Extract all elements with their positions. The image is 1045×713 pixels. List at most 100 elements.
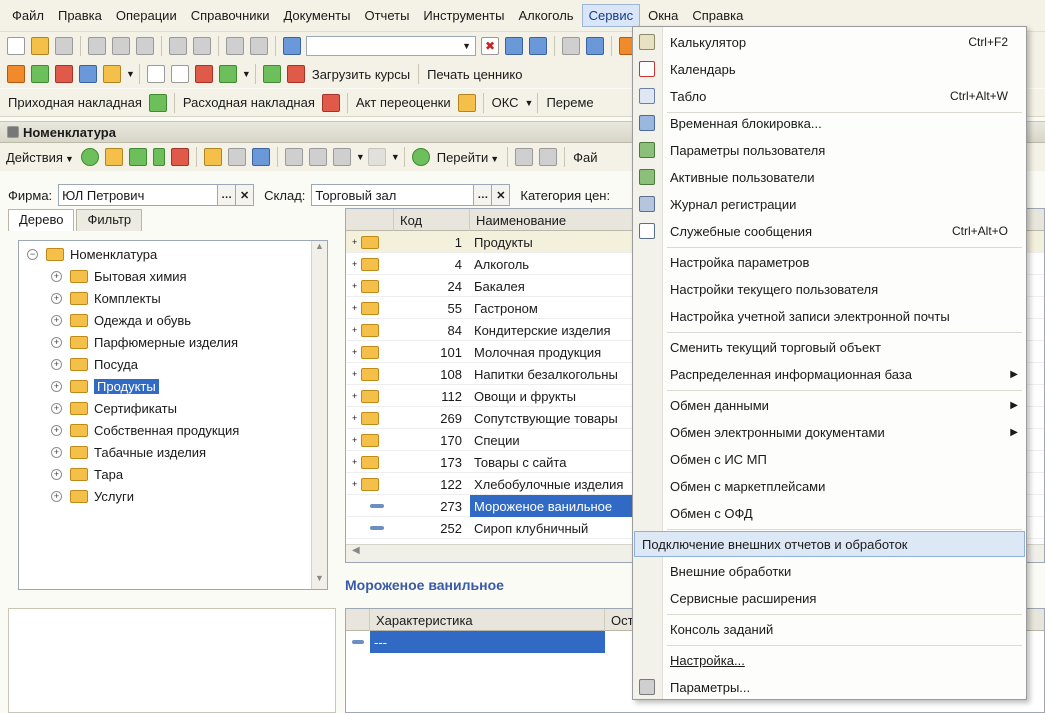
menu-windows[interactable]: Окна: [642, 5, 684, 26]
hierarchy-view-icon[interactable]: [203, 148, 222, 166]
cash-register-icon[interactable]: [7, 65, 25, 83]
expand-icon[interactable]: +: [51, 314, 62, 326]
coins-icon[interactable]: [103, 65, 121, 83]
goto-menu-button[interactable]: Перейти ▼: [433, 150, 503, 165]
tree-item[interactable]: + Тара: [51, 464, 123, 484]
load-rates-button[interactable]: Загрузить курсы: [308, 67, 414, 82]
actions-menu-button[interactable]: Действия ▼: [2, 150, 78, 165]
characteristic-column-header[interactable]: Характеристика: [370, 609, 605, 631]
collapse-icon[interactable]: −: [27, 248, 38, 260]
print-preview-icon[interactable]: [193, 37, 211, 55]
firm-clear-button[interactable]: ✕: [236, 184, 255, 206]
outgoing-invoice-icon[interactable]: [321, 93, 340, 112]
menu-item-change-store[interactable]: Сменить текущий торговый объект: [633, 334, 1026, 360]
search-input[interactable]: ▼: [306, 36, 476, 56]
search-icon[interactable]: [283, 37, 301, 55]
warehouse-field[interactable]: Торговый зал: [311, 184, 475, 206]
menu-item-setup[interactable]: Настройка...: [633, 647, 1026, 673]
filter-icon[interactable]: [284, 148, 303, 166]
expand-icon[interactable]: +: [51, 468, 62, 480]
list-view-icon[interactable]: [227, 148, 246, 166]
revaluation-act-button[interactable]: Акт переоценки: [352, 95, 455, 110]
tree-item[interactable]: + Услуги: [51, 486, 134, 506]
menu-item-settings-params[interactable]: Настройка параметров: [633, 249, 1026, 275]
files-button[interactable]: Фай: [569, 150, 601, 165]
warehouse-select-button[interactable]: …: [474, 184, 493, 206]
copy-window-icon[interactable]: [586, 37, 604, 55]
oks-button[interactable]: ОКС: [488, 95, 523, 110]
tree-root[interactable]: − Номенклатура: [27, 244, 157, 264]
tree-item[interactable]: + Парфюмерные изделия: [51, 332, 238, 352]
move-button[interactable]: Переме: [542, 95, 597, 110]
expand-icon[interactable]: +: [51, 270, 62, 282]
shop-icon[interactable]: [55, 65, 73, 83]
find-next-icon[interactable]: [505, 37, 523, 55]
document-icon[interactable]: [146, 65, 165, 83]
menu-item-job-console[interactable]: Консоль заданий: [633, 616, 1026, 642]
firm-field[interactable]: ЮЛ Петрович: [58, 184, 219, 206]
refresh-icon[interactable]: [411, 148, 430, 166]
menu-item-temp-lock[interactable]: Временная блокировка...: [633, 110, 1026, 136]
clear-filter-icon[interactable]: [367, 148, 386, 166]
document-person-icon[interactable]: [79, 65, 97, 83]
cut-icon[interactable]: [88, 37, 106, 55]
name-column-header[interactable]: Наименование: [470, 209, 640, 231]
incoming-invoice-button[interactable]: Приходная накладная: [4, 95, 146, 110]
paste-icon[interactable]: [136, 37, 154, 55]
undo-icon[interactable]: [226, 37, 244, 55]
menu-operations[interactable]: Операции: [110, 5, 183, 26]
menu-item-board[interactable]: Табло Ctrl+Alt+W: [633, 83, 1026, 109]
icon-column-header[interactable]: [346, 609, 370, 631]
menu-item-distributed-base[interactable]: Распределенная информационная база ▶: [633, 361, 1026, 387]
menu-item-data-exchange[interactable]: Обмен данными ▶: [633, 392, 1026, 418]
menu-item-active-users[interactable]: Активные пользователи: [633, 164, 1026, 190]
scroll-left-icon[interactable]: ◀: [352, 545, 360, 556]
scroll-up-icon[interactable]: ▲: [312, 241, 327, 257]
expand-icon[interactable]: +: [51, 424, 62, 436]
new-document-icon[interactable]: [7, 37, 25, 55]
tree-item[interactable]: + Табачные изделия: [51, 442, 206, 462]
menu-item-ofd-exchange[interactable]: Обмен с ОФД: [633, 500, 1026, 526]
outgoing-invoice-button[interactable]: Расходная накладная: [179, 95, 319, 110]
edit-pencil-icon[interactable]: [152, 148, 165, 166]
menu-item-email-settings[interactable]: Настройка учетной записи электронной поч…: [633, 303, 1026, 329]
open-folder-icon[interactable]: [31, 37, 49, 55]
chevron-down-icon[interactable]: ▼: [525, 98, 534, 108]
group-icon[interactable]: [286, 65, 305, 83]
tree-item[interactable]: + Бытовая химия: [51, 266, 187, 286]
columns-icon[interactable]: [515, 148, 534, 166]
menu-item-current-user-settings[interactable]: Настройки текущего пользователя: [633, 276, 1026, 302]
tab-filter[interactable]: Фильтр: [76, 209, 143, 231]
tree-view-icon[interactable]: [251, 148, 270, 166]
menu-reports[interactable]: Отчеты: [358, 5, 415, 26]
print-icon[interactable]: [169, 37, 187, 55]
clear-search-icon[interactable]: ✖: [481, 37, 499, 55]
code-column-header[interactable]: Код: [394, 209, 470, 231]
chevron-down-icon[interactable]: ▼: [356, 152, 365, 162]
menu-help[interactable]: Справка: [686, 5, 749, 26]
expand-icon[interactable]: +: [51, 402, 62, 414]
tree-item[interactable]: + Посуда: [51, 354, 138, 374]
tab-tree[interactable]: Дерево: [8, 209, 75, 231]
expand-icon[interactable]: +: [51, 490, 62, 502]
tree-item[interactable]: + Собственная продукция: [51, 420, 239, 440]
menu-documents[interactable]: Документы: [277, 5, 356, 26]
redo-icon[interactable]: [250, 37, 268, 55]
tree-item[interactable]: + Комплекты: [51, 288, 161, 308]
add-folder-icon[interactable]: [104, 148, 123, 166]
print-tags-button[interactable]: Печать ценнико: [423, 67, 526, 82]
expand-icon[interactable]: +: [51, 336, 62, 348]
add-document-icon[interactable]: [194, 65, 213, 83]
menu-alcohol[interactable]: Алкоголь: [512, 5, 579, 26]
person-icon[interactable]: [262, 65, 281, 83]
menu-references[interactable]: Справочники: [185, 5, 276, 26]
menu-item-calendar[interactable]: Календарь: [633, 56, 1026, 82]
windows-icon[interactable]: [562, 37, 580, 55]
menu-item-service-extensions[interactable]: Сервисные расширения: [633, 585, 1026, 611]
tree-item[interactable]: + Одежда и обувь: [51, 310, 191, 330]
filter-settings-icon[interactable]: [332, 148, 351, 166]
menu-item-external-reports[interactable]: Подключение внешних отчетов и обработок: [634, 531, 1025, 557]
chevron-down-icon[interactable]: ▼: [391, 152, 400, 162]
calendar-doc-icon[interactable]: [170, 65, 189, 83]
filter-value-icon[interactable]: [308, 148, 327, 166]
